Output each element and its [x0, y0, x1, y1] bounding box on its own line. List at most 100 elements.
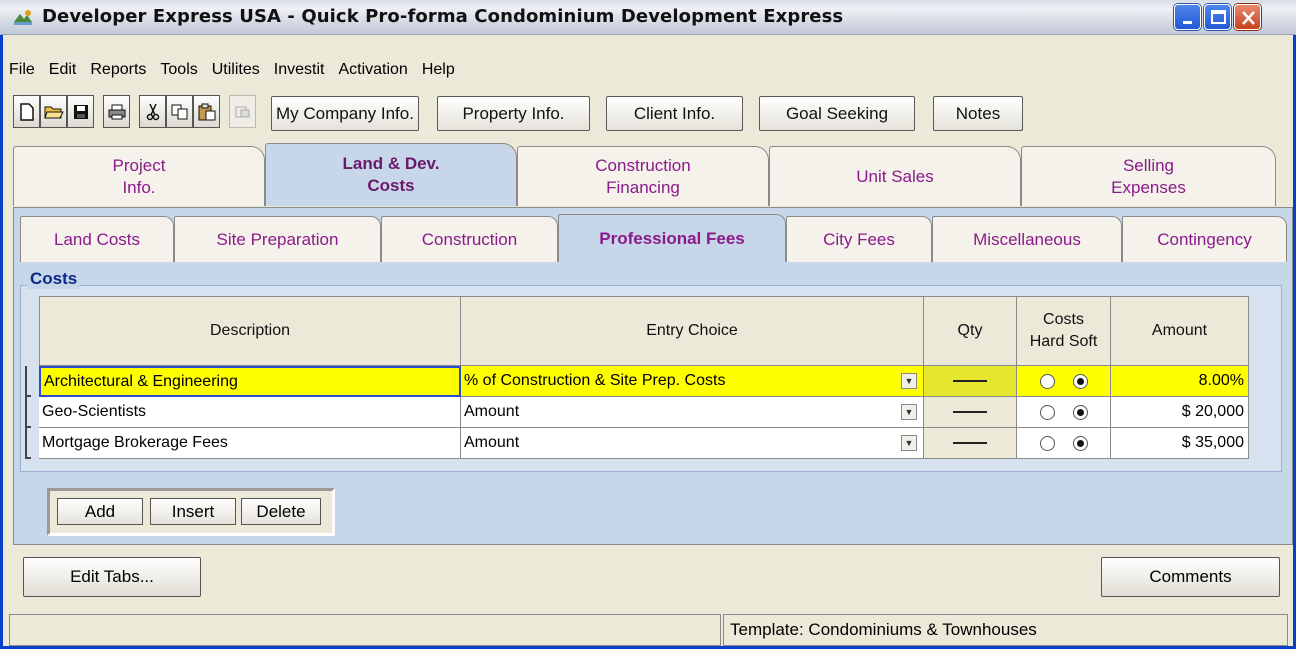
- my-company-info-button[interactable]: My Company Info.: [271, 96, 419, 131]
- qty-cell: [924, 366, 1017, 397]
- description-cell[interactable]: Architectural & Engineering: [39, 366, 461, 397]
- main-tab-row: Project Info. Land & Dev. Costs Constructi…: [13, 143, 1293, 208]
- tab-selling-expenses[interactable]: Selling Expenses: [1021, 146, 1276, 206]
- menu-item-utilites[interactable]: Utilites: [212, 61, 260, 79]
- app-icon: [14, 10, 32, 25]
- tab-construction-financing[interactable]: Construction Financing: [517, 146, 769, 206]
- title-bar[interactable]: Developer Express USA - Quick Pro-forma …: [0, 0, 1296, 35]
- tab-city-fees[interactable]: City Fees: [786, 216, 932, 262]
- tab-land-dev-costs[interactable]: Land & Dev. Costs: [265, 143, 517, 206]
- minimize-icon: [1183, 21, 1192, 24]
- qty-empty-marker: [953, 442, 987, 444]
- menu-item-tools[interactable]: Tools: [160, 61, 197, 79]
- costs-table: Description Entry Choice Qty Costs Hard …: [25, 296, 1249, 459]
- printer-icon: [108, 104, 125, 119]
- status-left: [9, 614, 721, 646]
- open-folder-button[interactable]: [40, 95, 67, 128]
- disabled-tool-button[interactable]: [229, 95, 256, 128]
- notes-button[interactable]: Notes: [933, 96, 1023, 131]
- row-handle[interactable]: [25, 397, 31, 428]
- new-file-button[interactable]: [13, 95, 40, 128]
- cost-type-cell[interactable]: [1017, 428, 1111, 459]
- paste-button[interactable]: [193, 95, 220, 128]
- print-button[interactable]: [103, 95, 130, 128]
- maximize-button[interactable]: [1204, 4, 1231, 30]
- tab-site-preparation[interactable]: Site Preparation: [174, 216, 381, 262]
- save-icon: [73, 104, 88, 119]
- dropdown-arrow-icon[interactable]: ▼: [901, 373, 917, 389]
- entry-choice-value: Amount: [464, 403, 520, 420]
- edit-tabs-button[interactable]: Edit Tabs...: [23, 557, 201, 597]
- tab-professional-fees[interactable]: Professional Fees: [558, 214, 786, 263]
- header-costs-line1: Costs: [1043, 311, 1084, 328]
- header-description[interactable]: Description: [39, 296, 461, 366]
- amount-cell[interactable]: $ 20,000: [1111, 397, 1249, 428]
- copy-button[interactable]: [166, 95, 193, 128]
- tab-contingency[interactable]: Contingency: [1122, 216, 1287, 262]
- insert-row-button[interactable]: Insert: [150, 498, 236, 525]
- tab-unit-sales[interactable]: Unit Sales: [769, 146, 1021, 206]
- header-entry-choice[interactable]: Entry Choice: [461, 296, 924, 366]
- amount-cell[interactable]: $ 35,000: [1111, 428, 1249, 459]
- row-handle[interactable]: [25, 366, 31, 397]
- menu-item-file[interactable]: File: [9, 61, 35, 79]
- cut-button[interactable]: [139, 95, 166, 128]
- soft-cost-radio[interactable]: [1072, 404, 1088, 420]
- soft-cost-radio[interactable]: [1072, 435, 1088, 451]
- new-file-icon: [19, 102, 34, 121]
- description-cell[interactable]: Mortgage Brokerage Fees: [39, 428, 461, 459]
- hard-cost-radio[interactable]: [1039, 435, 1055, 451]
- entry-choice-select[interactable]: % of Construction & Site Prep. Costs ▼: [461, 366, 924, 397]
- paste-icon: [198, 103, 215, 120]
- header-costs-hard-soft[interactable]: Costs Hard Soft: [1017, 296, 1111, 366]
- hard-cost-radio[interactable]: [1039, 404, 1055, 420]
- amount-cell[interactable]: 8.00%: [1111, 366, 1249, 397]
- menu-item-investit[interactable]: Investit: [274, 61, 325, 79]
- qty-cell: [924, 397, 1017, 428]
- tab-project-info[interactable]: Project Info.: [13, 146, 265, 206]
- close-icon: [1242, 11, 1255, 25]
- header-qty[interactable]: Qty: [924, 296, 1017, 366]
- cost-type-cell[interactable]: [1017, 366, 1111, 397]
- menu-item-reports[interactable]: Reports: [90, 61, 146, 79]
- menu-bar: File Edit Reports Tools Utilites Investit Acti…: [9, 61, 469, 79]
- close-button[interactable]: [1234, 4, 1261, 30]
- status-template: Template: Condominiums & Townhouses: [723, 614, 1288, 646]
- soft-cost-radio[interactable]: [1072, 373, 1088, 389]
- menu-item-edit[interactable]: Edit: [49, 61, 77, 79]
- costs-legend: Costs: [27, 269, 81, 289]
- property-info-button[interactable]: Property Info.: [437, 96, 590, 131]
- tab-miscellaneous[interactable]: Miscellaneous: [932, 216, 1122, 262]
- dropdown-arrow-icon[interactable]: ▼: [901, 404, 917, 420]
- menu-item-activation[interactable]: Activation: [338, 61, 407, 79]
- qty-empty-marker: [953, 380, 987, 382]
- window-title: Developer Express USA - Quick Pro-forma …: [42, 6, 844, 27]
- header-amount[interactable]: Amount: [1111, 296, 1249, 366]
- hard-cost-radio[interactable]: [1039, 373, 1055, 389]
- save-button[interactable]: [67, 95, 94, 128]
- qty-empty-marker: [953, 411, 987, 413]
- cost-type-cell[interactable]: [1017, 397, 1111, 428]
- description-cell[interactable]: Geo-Scientists: [39, 397, 461, 428]
- client-info-button[interactable]: Client Info.: [606, 96, 743, 131]
- goal-seeking-button[interactable]: Goal Seeking: [759, 96, 915, 131]
- entry-choice-select[interactable]: Amount ▼: [461, 397, 924, 428]
- copy-icon: [171, 104, 187, 119]
- disabled-tool-icon: [235, 106, 249, 117]
- comments-button[interactable]: Comments: [1101, 557, 1280, 597]
- open-folder-icon: [43, 106, 64, 118]
- entry-choice-value: Amount: [464, 434, 520, 451]
- delete-row-button[interactable]: Delete: [241, 498, 321, 525]
- dropdown-arrow-icon[interactable]: ▼: [901, 435, 917, 451]
- add-row-button[interactable]: Add: [57, 498, 143, 525]
- tab-land-costs[interactable]: Land Costs: [20, 216, 174, 262]
- qty-cell: [924, 428, 1017, 459]
- menu-item-help[interactable]: Help: [422, 61, 455, 79]
- maximize-icon: [1211, 10, 1226, 24]
- header-costs-line2: Hard Soft: [1029, 333, 1098, 350]
- row-handle[interactable]: [25, 428, 31, 459]
- entry-choice-select[interactable]: Amount ▼: [461, 428, 924, 459]
- tab-construction[interactable]: Construction: [381, 216, 558, 262]
- minimize-button[interactable]: [1174, 4, 1201, 30]
- entry-choice-value: % of Construction & Site Prep. Costs: [464, 372, 726, 389]
